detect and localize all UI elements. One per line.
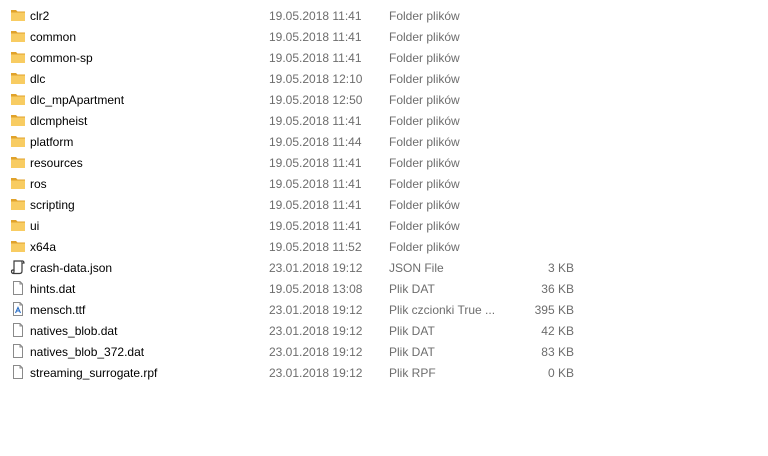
file-icon: [10, 322, 26, 338]
folder-icon: [10, 238, 26, 254]
file-icon: [10, 343, 26, 359]
file-type: Plik DAT: [389, 282, 435, 296]
folder-icon: [10, 133, 26, 149]
folder-icon: [10, 7, 26, 23]
file-list: clr2 19.05.2018 11:41 Folder plików common…: [0, 5, 768, 383]
file-size: 36 KB: [541, 282, 574, 296]
file-date-modified: 19.05.2018 13:08: [269, 282, 363, 296]
font-file-icon: [10, 301, 26, 317]
file-row[interactable]: natives_blob.dat 23.01.2018 19:12 Plik DAT…: [0, 320, 768, 341]
file-type: Plik RPF: [389, 366, 436, 380]
file-name: clr2: [30, 9, 50, 23]
file-row[interactable]: scripting 19.05.2018 11:41 Folder plików: [0, 194, 768, 215]
file-type: Plik czcionki True ...: [389, 303, 496, 317]
file-name: dlc_mpApartment: [30, 93, 125, 107]
file-row[interactable]: hints.dat 19.05.2018 13:08 Plik DAT 36 KB: [0, 278, 768, 299]
folder-icon: [10, 28, 26, 44]
file-date-modified: 19.05.2018 12:50: [269, 93, 363, 107]
file-row[interactable]: resources 19.05.2018 11:41 Folder plików: [0, 152, 768, 173]
file-type: Folder plików: [389, 156, 460, 170]
file-row[interactable]: dlc_mpApartment 19.05.2018 12:50 Folder pl…: [0, 89, 768, 110]
file-row[interactable]: dlcmpheist 19.05.2018 11:41 Folder plików: [0, 110, 768, 131]
file-type: JSON File: [389, 261, 444, 275]
file-name: dlcmpheist: [30, 114, 88, 128]
file-name: natives_blob_372.dat: [30, 345, 145, 359]
file-row[interactable]: platform 19.05.2018 11:44 Folder plików: [0, 131, 768, 152]
file-type: Folder plików: [389, 219, 460, 233]
file-name: common: [30, 30, 77, 44]
file-name: dlc: [30, 72, 46, 86]
file-name: natives_blob.dat: [30, 324, 118, 338]
file-name: hints.dat: [30, 282, 76, 296]
file-row[interactable]: x64a 19.05.2018 11:52 Folder plików: [0, 236, 768, 257]
file-name: common-sp: [30, 51, 93, 65]
file-date-modified: 19.05.2018 11:41: [269, 156, 362, 170]
file-type: Folder plików: [389, 240, 460, 254]
folder-icon: [10, 112, 26, 128]
file-name: ui: [30, 219, 40, 233]
folder-icon: [10, 49, 26, 65]
file-type: Plik DAT: [389, 324, 435, 338]
folder-icon: [10, 217, 26, 233]
file-size: 42 KB: [541, 324, 574, 338]
file-date-modified: 23.01.2018 19:12: [269, 366, 363, 380]
file-type: Folder plików: [389, 177, 460, 191]
file-name: crash-data.json: [30, 261, 113, 275]
file-row[interactable]: common 19.05.2018 11:41 Folder plików: [0, 26, 768, 47]
file-type: Folder plików: [389, 72, 460, 86]
file-date-modified: 23.01.2018 19:12: [269, 345, 363, 359]
file-size: 395 KB: [534, 303, 574, 317]
file-name: scripting: [30, 198, 75, 212]
file-type: Folder plików: [389, 198, 460, 212]
file-type: Folder plików: [389, 114, 460, 128]
file-row[interactable]: common-sp 19.05.2018 11:41 Folder plików: [0, 47, 768, 68]
file-name: ros: [30, 177, 47, 191]
folder-icon: [10, 70, 26, 86]
file-type: Folder plików: [389, 30, 460, 44]
file-name: x64a: [30, 240, 57, 254]
file-row[interactable]: dlc 19.05.2018 12:10 Folder plików: [0, 68, 768, 89]
file-date-modified: 19.05.2018 11:41: [269, 198, 362, 212]
file-date-modified: 19.05.2018 11:41: [269, 9, 362, 23]
file-row[interactable]: ui 19.05.2018 11:41 Folder plików: [0, 215, 768, 236]
file-date-modified: 19.05.2018 11:52: [269, 240, 362, 254]
file-date-modified: 19.05.2018 11:41: [269, 114, 362, 128]
file-icon: [10, 364, 26, 380]
file-type: Folder plików: [389, 93, 460, 107]
file-date-modified: 23.01.2018 19:12: [269, 303, 363, 317]
json-file-icon: [10, 259, 26, 275]
file-icon: [10, 280, 26, 296]
file-row[interactable]: clr2 19.05.2018 11:41 Folder plików: [0, 5, 768, 26]
folder-icon: [10, 175, 26, 191]
file-date-modified: 23.01.2018 19:12: [269, 261, 363, 275]
file-date-modified: 19.05.2018 11:41: [269, 177, 362, 191]
file-row[interactable]: crash-data.json 23.01.2018 19:12 JSON File…: [0, 257, 768, 278]
file-date-modified: 19.05.2018 11:41: [269, 30, 362, 44]
file-row[interactable]: streaming_surrogate.rpf 23.01.2018 19:12 P…: [0, 362, 768, 383]
file-name: platform: [30, 135, 74, 149]
file-size: 83 KB: [541, 345, 574, 359]
file-size: 3 KB: [547, 261, 574, 275]
file-name: resources: [30, 156, 83, 170]
file-date-modified: 19.05.2018 12:10: [269, 72, 363, 86]
file-date-modified: 19.05.2018 11:44: [269, 135, 362, 149]
file-row[interactable]: ros 19.05.2018 11:41 Folder plików: [0, 173, 768, 194]
file-name: streaming_surrogate.rpf: [30, 366, 158, 380]
file-type: Folder plików: [389, 51, 460, 65]
folder-icon: [10, 154, 26, 170]
file-size: 0 KB: [547, 366, 574, 380]
file-type: Folder plików: [389, 9, 460, 23]
file-date-modified: 19.05.2018 11:41: [269, 51, 362, 65]
file-date-modified: 23.01.2018 19:12: [269, 324, 363, 338]
file-row[interactable]: natives_blob_372.dat 23.01.2018 19:12 Plik…: [0, 341, 768, 362]
file-row[interactable]: mensch.ttf 23.01.2018 19:12 Plik czcionki …: [0, 299, 768, 320]
file-name: mensch.ttf: [30, 303, 86, 317]
folder-icon: [10, 196, 26, 212]
file-type: Plik DAT: [389, 345, 435, 359]
file-date-modified: 19.05.2018 11:41: [269, 219, 362, 233]
file-type: Folder plików: [389, 135, 460, 149]
folder-icon: [10, 91, 26, 107]
